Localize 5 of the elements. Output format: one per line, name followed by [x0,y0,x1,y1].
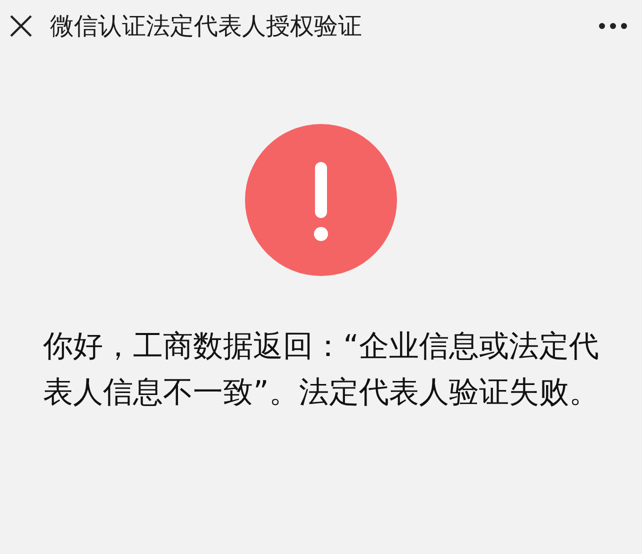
error-message: 你好，工商数据返回：“企业信息或法定代表人信息不一致”。法定代表人验证失败。 [42,328,600,412]
close-icon[interactable] [8,13,34,39]
window-title: 微信认证法定代表人授权验证 [50,11,362,42]
warning-icon [245,124,397,276]
more-icon[interactable] [598,22,628,30]
